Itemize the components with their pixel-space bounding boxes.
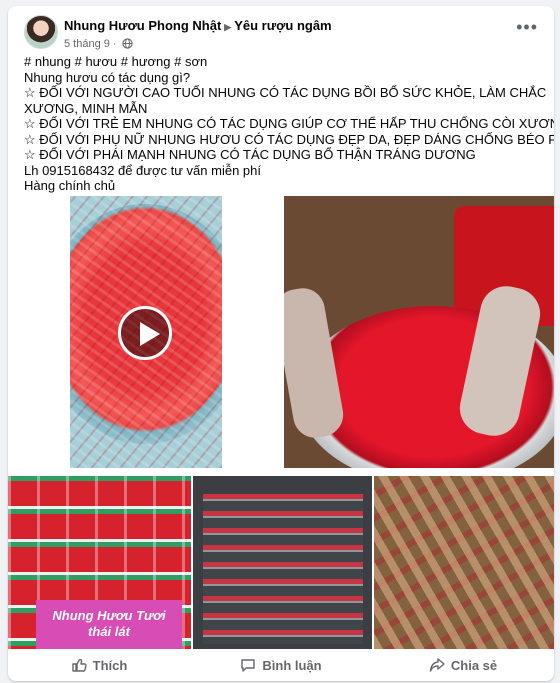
- more-options-icon[interactable]: •••: [516, 18, 538, 36]
- comment-button[interactable]: Bình luận: [190, 649, 372, 681]
- antlers-floor-image: [374, 476, 554, 649]
- post-text-line: Hàng chính chủ: [24, 178, 116, 193]
- play-icon[interactable]: [118, 306, 172, 360]
- photo-antler-tray[interactable]: [284, 196, 554, 468]
- globe-icon: [122, 38, 133, 49]
- post-media-grid: Nhung Hươu Tươi thái lát: [8, 196, 554, 649]
- post-text-line: ☆ ĐỐI VỚI NGƯỜI CAO TUỔI NHUNG CÓ TÁC DỤ…: [24, 85, 547, 100]
- badge-line: thái lát: [88, 624, 130, 639]
- share-button[interactable]: Chia sẻ: [372, 649, 554, 681]
- video-thumbnail-antler-slices[interactable]: [70, 196, 222, 468]
- post-meta: 5 tháng 9 ·: [64, 38, 133, 50]
- thumbs-up-icon: [71, 658, 87, 672]
- post-text-line: XƯƠNG, MINH MẪN: [24, 100, 148, 116]
- post-text-line: Lh 0915168432 để được tư vấn miễn phí: [24, 162, 261, 178]
- post-header: Nhung Hươu Phong Nhật ▶ Yêu rượu ngâm 5 th…: [24, 14, 538, 54]
- post-text-line: ☆ ĐỐI VỚI TRẺ EM NHUNG CÓ TÁC DỤNG GIÚP …: [24, 116, 554, 131]
- caret-right-icon: ▶: [224, 22, 232, 32]
- photo-antlers-floor[interactable]: [374, 476, 554, 649]
- drying-rack-image: [203, 494, 363, 644]
- post-text-line: # nhung # hươu # hương # sơn: [24, 54, 208, 69]
- post-actions: Thích Bình luận Chia sẻ: [8, 649, 554, 681]
- author-line: Nhung Hươu Phong Nhật ▶ Yêu rượu ngâm: [64, 18, 332, 33]
- product-badge: Nhung Hươu Tươi thái lát: [36, 600, 182, 649]
- share-label: Chia sẻ: [450, 657, 498, 673]
- photo-drying-rack[interactable]: [193, 476, 372, 649]
- like-button[interactable]: Thích: [8, 649, 190, 681]
- author-avatar[interactable]: [24, 15, 58, 49]
- post-date[interactable]: 5 tháng 9: [64, 38, 110, 50]
- badge-line: Nhung Hươu Tươi: [52, 608, 166, 623]
- post-text: # nhung # hươu # hương # sơn Nhung hươu …: [24, 54, 554, 194]
- group-name[interactable]: Yêu rượu ngâm: [234, 18, 331, 33]
- post-text-line: Nhung hươu có tác dụng gì?: [24, 69, 191, 85]
- post-text-line: ☆ ĐỐI VỚI PHÁI MẠNH NHUNG CÓ TÁC DỤNG BỔ…: [24, 147, 476, 162]
- share-icon: [429, 658, 445, 672]
- comment-label: Bình luận: [262, 657, 322, 673]
- photo-jars[interactable]: Nhung Hươu Tươi thái lát: [8, 476, 191, 649]
- post-card: Nhung Hươu Phong Nhật ▶ Yêu rượu ngâm 5 th…: [8, 6, 554, 681]
- comment-icon: [241, 659, 256, 672]
- author-name[interactable]: Nhung Hươu Phong Nhật: [64, 18, 221, 33]
- like-label: Thích: [92, 657, 128, 673]
- post-text-line: ☆ ĐỐI VỚI PHỤ NỮ NHUNG HƯƠU CÓ TÁC DỤNG …: [24, 131, 554, 147]
